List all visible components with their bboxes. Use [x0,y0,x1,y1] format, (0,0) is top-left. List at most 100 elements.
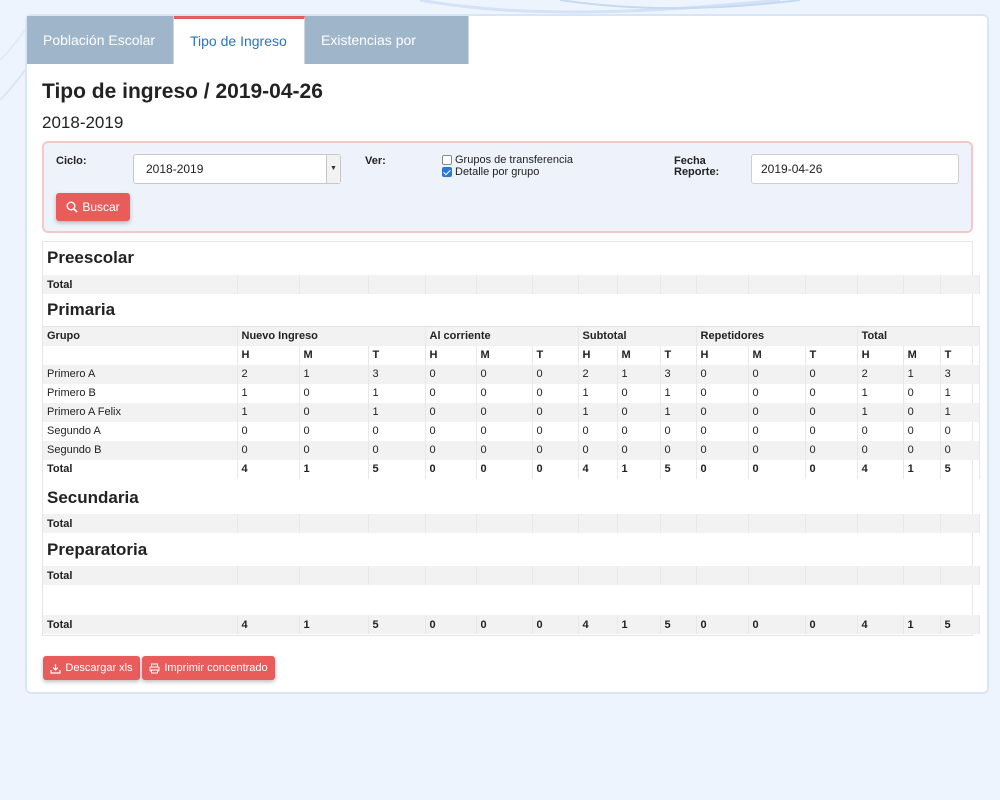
primaria-total-row: Total 4 1 5 0 0 0 4 1 5 0 0 0 4 1 5 [43,459,980,479]
ver-label: Ver: [365,155,386,167]
primaria-total-cell: 4 [237,459,300,479]
grand-total-cell: 5 [660,615,697,634]
checkbox-checked-icon[interactable] [442,167,452,177]
header-sub: H [237,345,300,365]
row-cell: 0 [805,383,858,403]
row-cell: 0 [940,440,980,460]
row-cell: 0 [237,440,300,460]
total-cell [748,275,806,294]
header-blank [43,345,238,365]
total-cell [425,514,477,533]
tab-poblacion-escolar[interactable]: Población Escolar [27,16,174,64]
grand-total-cell: 0 [532,615,579,634]
checkbox-unchecked-icon[interactable] [442,155,452,165]
checkbox-grupos-transferencia[interactable]: Grupos de transferencia [442,154,573,166]
header-sub: M [476,345,533,365]
primaria-total-cell: 0 [532,459,579,479]
tab-bar: Población Escolar Tipo de Ingreso Existe… [27,16,469,96]
total-cell [660,275,697,294]
spacer-row [43,585,979,615]
row-cell: 1 [940,383,980,403]
header-sub: T [805,345,858,365]
tab-existencias-por-edad[interactable]: Existencias por Edad [305,16,469,96]
primaria-total-cell: 5 [660,459,697,479]
fecha-reporte-input[interactable]: 2019-04-26 [751,154,959,184]
total-cell [237,275,300,294]
total-cell [748,514,806,533]
total-cell [578,514,618,533]
row-cell: 0 [617,440,661,460]
row-cell: 0 [696,402,749,422]
search-button[interactable]: Buscar [56,193,130,221]
total-cell [696,275,749,294]
total-cell [940,514,980,533]
total-cell [696,514,749,533]
header-group-row: Grupo Nuevo Ingreso Al corriente Subtotal Re… [43,326,980,346]
row-cell: 0 [805,440,858,460]
print-button[interactable]: Imprimir concentrado [142,656,275,680]
primaria-total-cell: 0 [476,459,533,479]
total-cell [857,514,904,533]
row-cell: 1 [857,402,904,422]
row-cell: 0 [476,440,533,460]
header-sub: H [425,345,477,365]
row-cell: 0 [299,383,369,403]
total-row: Total [43,566,980,585]
table-row: Segundo A000000000000000 [43,421,980,441]
row-cell: 0 [940,421,980,441]
checkbox-label-detalle: Detalle por grupo [455,166,540,178]
row-cell: 0 [748,383,806,403]
total-cell [660,514,697,533]
header-sub: M [617,345,661,365]
header-group: Total [857,326,980,346]
primaria-total-cell: 0 [805,459,858,479]
ciclo-select[interactable]: 2018-2019 ▼ [133,154,341,184]
primaria-total-cell: 1 [617,459,661,479]
row-label: Primero A Felix [43,402,238,422]
total-cell [237,566,300,585]
section-preescolar: Preescolar [47,248,134,267]
row-cell: 0 [532,402,579,422]
download-xls-button[interactable]: Descargar xls [43,656,140,680]
total-cell [617,275,661,294]
table-row: Primero B101000101000101 [43,383,980,403]
row-cell: 2 [857,364,904,384]
row-cell: 0 [532,364,579,384]
row-cell: 0 [903,440,941,460]
total-cell [578,275,618,294]
row-cell: 0 [696,383,749,403]
row-cell: 0 [903,402,941,422]
header-sub-row: HMTHMTHMTHMTHMT [43,345,980,365]
row-cell: 0 [425,402,477,422]
total-label: Total [43,566,238,585]
print-label: Imprimir concentrado [164,662,268,674]
row-label: Segundo B [43,440,238,460]
header-group: Al corriente [425,326,579,346]
total-cell [299,275,369,294]
report-table: Preescolar Total Primaria Grupo Nuevo Ing… [42,241,980,636]
row-cell: 0 [476,383,533,403]
checkbox-detalle-por-grupo[interactable]: Detalle por grupo [442,166,539,178]
page-title: Tipo de ingreso / 2019-04-26 [42,80,323,103]
row-cell: 0 [660,421,697,441]
section-preparatoria: Preparatoria [47,540,148,559]
total-cell [368,514,426,533]
ciclo-label: Ciclo: [56,155,87,167]
total-cell [532,514,579,533]
row-label: Primero A [43,364,238,384]
row-cell: 1 [617,364,661,384]
total-cell [940,275,980,294]
section-secundaria: Secundaria [47,488,139,507]
row-cell: 1 [660,383,697,403]
primaria-total-cell: 1 [299,459,369,479]
grand-total-cell: 0 [805,615,858,634]
header-group: Subtotal [578,326,697,346]
header-sub: H [578,345,618,365]
total-cell [425,566,477,585]
total-cell [476,514,533,533]
tab-tipo-de-ingreso[interactable]: Tipo de Ingreso [174,16,305,64]
spacer-cell [43,585,979,615]
grand-total-cell: 0 [476,615,533,634]
row-cell: 1 [237,402,300,422]
row-cell: 0 [748,440,806,460]
